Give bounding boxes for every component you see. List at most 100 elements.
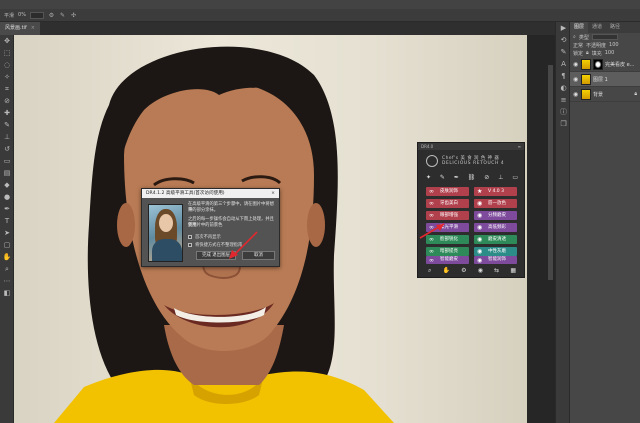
blur-tool-icon[interactable]: ◆ [0,179,14,191]
checkbox-box[interactable] [188,243,192,247]
confirm-button[interactable]: 完成 退出图层 [196,251,236,260]
gear-icon[interactable]: ⚙ [48,12,55,19]
play-icon[interactable]: ▶ [556,22,571,34]
kind-select[interactable] [591,34,618,40]
layers-panel-tabs: 图层 通道 路径 [570,22,640,33]
brush-tool-icon[interactable]: ✎ [0,119,14,131]
options-dropdown[interactable] [29,11,44,19]
character-icon[interactable]: A [556,58,571,70]
history-icon[interactable]: ⟲ [556,34,571,46]
fill-value[interactable]: 100 [605,50,615,56]
crop-tool-icon[interactable]: ⌗ [0,83,14,95]
stamp-icon[interactable]: ⊥ [498,174,503,181]
dodge-tool-icon[interactable]: ● [0,191,14,203]
lock-label: 锁定 [573,50,584,57]
plugin-button[interactable]: ◉ 高低频彩 [474,223,517,232]
eye-icon[interactable]: ◉ [478,267,483,275]
wand-icon[interactable]: ✦ [426,174,431,181]
eyedropper-icon[interactable]: ⊘ [0,95,14,107]
move-tool-icon[interactable]: ✥ [0,35,14,47]
marquee-tool-icon[interactable]: ⬚ [0,47,14,59]
shape-tool-icon[interactable]: ▢ [0,239,14,251]
shortcut-checkbox[interactable]: 将快捷方式在不整理指南 [188,242,242,248]
plugin-button[interactable]: ◉ 中性灰磨 [474,247,517,256]
gradient-tool-icon[interactable]: ▤ [0,167,14,179]
plugin-button[interactable]: ◉ 智能润饰 [474,256,517,264]
ruler-icon[interactable]: ▭ [512,174,518,181]
plugin-button[interactable]: ◉ 磨皮清透 [474,235,517,244]
hand-tool-icon[interactable]: ✋ [0,251,14,263]
symmetry-icon[interactable]: ✣ [70,12,77,19]
lock-row: 锁定 🔒︎ 填充 100 [570,49,640,57]
brush-settings-icon[interactable]: ✎ [556,46,571,58]
tab-paths[interactable]: 路径 [606,22,624,33]
history-brush-icon[interactable]: ↺ [0,143,14,155]
pen-tool-icon[interactable]: ✒ [0,203,14,215]
eye-icon[interactable]: ◉ [573,91,579,98]
plugin-button[interactable]: ◉ 分频磨皮 [474,211,517,220]
paragraph-icon[interactable]: ¶ [556,70,571,82]
adjustments-icon[interactable]: ◐ [556,82,571,94]
link-icon[interactable]: ⛓ [468,174,476,181]
layer-row[interactable]: ◉ 完美看皮 e... [570,57,640,72]
tab-channels[interactable]: 通道 [588,22,606,33]
document-tab[interactable]: 风景画.tif × [0,22,40,35]
opacity-value[interactable]: 100 [609,42,619,48]
fill-label: 填充 [591,50,602,57]
libraries-icon[interactable]: ❒ [556,118,571,130]
plugin-button[interactable]: ∞ 智能磨皮 [426,256,469,264]
path-select-icon[interactable]: ➤ [0,227,14,239]
kind-label[interactable]: 类型 [579,34,589,41]
settings-icon[interactable]: ⚙ [461,267,466,275]
stamp-tool-icon[interactable]: ⊥ [0,131,14,143]
lasso-tool-icon[interactable]: ◌ [0,59,14,71]
dont-show-checkbox[interactable]: 首次不再显示 [188,234,221,240]
pen-icon[interactable]: ✒ [454,174,459,181]
brush-icon[interactable]: ✎ [59,12,66,19]
healing-brush-icon[interactable]: ✚ [0,107,14,119]
plugin-button[interactable]: ◉ 唇一放色 [474,199,517,208]
magic-wand-icon[interactable]: ✧ [0,71,14,83]
plugin-button[interactable]: ∞ 暗部提亮 [426,247,469,256]
more-tools-icon[interactable]: ⋯ [0,275,14,287]
properties-icon[interactable]: ≡ [556,94,571,106]
close-icon[interactable]: × [267,189,279,198]
vertical-scrollbar[interactable] [527,35,555,423]
eyedropper-icon[interactable]: ⊘ [484,174,489,181]
arrows-icon[interactable]: ⇆ [494,267,499,275]
eraser-tool-icon[interactable]: ▭ [0,155,14,167]
cancel-button[interactable]: 取消 [242,251,275,260]
grid-icon[interactable]: ▦ [510,267,516,275]
layer-mask-thumbnail[interactable] [593,58,603,70]
layer-row[interactable]: ◉ 背景 🔒︎ [570,87,640,102]
options-value[interactable]: 0% [18,12,26,18]
blend-mode[interactable]: 正常 [573,42,583,49]
info-icon[interactable]: ⓘ [556,106,571,118]
menu-bar [0,0,640,9]
layer-row[interactable]: ◉ 图层 1 [570,72,640,87]
plugin-button[interactable]: ∞ 脸部锐化 [426,235,469,244]
plugin-button[interactable]: ∞ 牙齿美白 [426,199,469,208]
zoom-tool-icon[interactable]: ⌕ [0,263,14,275]
close-icon[interactable]: × [31,22,35,35]
scrollbar-thumb[interactable] [548,65,553,280]
plugin-logo [426,155,438,167]
menu-icon[interactable]: ≡ [518,143,521,150]
color-swatches-icon[interactable]: ◧ [0,287,14,299]
plugin-button[interactable]: ∞ 眼部增强 [426,211,469,220]
plugin-button[interactable]: ∞ 柔光平滑 [426,223,469,232]
plugin-button[interactable]: ∞ 皮肤润饰 [426,187,469,196]
type-tool-icon[interactable]: T [0,215,14,227]
hand-icon[interactable]: ✋ [443,267,450,275]
plugin-button[interactable]: ★ V 4.0 3 [474,187,517,196]
opacity-label: 不透明度 [586,42,607,49]
zoom-icon[interactable]: ⌕ [428,267,431,275]
plugin-bottom-row: ⌕ ✋ ⚙ ◉ ⇆ ▦ [428,267,516,275]
eye-icon[interactable]: ◉ [573,76,579,83]
brush-icon[interactable]: ✎ [440,174,445,181]
plugin-header-label: DR4.0 [421,144,434,149]
tab-layers[interactable]: 图层 [570,22,589,33]
lock-icon[interactable]: 🔒︎ [586,50,589,56]
checkbox-box[interactable] [188,235,192,239]
eye-icon[interactable]: ◉ [573,61,579,68]
